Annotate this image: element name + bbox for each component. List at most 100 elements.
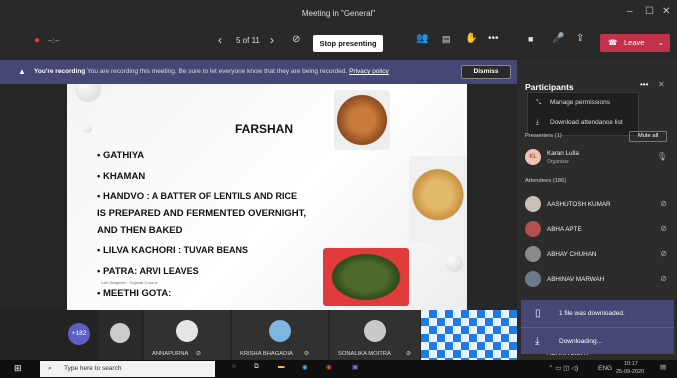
participant-name: ABHAY CHUHAN	[547, 251, 597, 258]
chevron-down-icon[interactable]: ⌄	[658, 34, 664, 52]
avatar	[525, 246, 541, 262]
search-placeholder: Type here to search	[64, 365, 122, 372]
share-tray-icon[interactable]: ⇪	[576, 33, 584, 44]
task-view-icon[interactable]: ⧉	[254, 363, 259, 371]
windows-start-icon[interactable]: ⊞	[14, 363, 22, 374]
windows-taskbar: ⊞ ⌕ Type here to search ○ ⧉ ▬ ◉ ◉ ▣ ⌃ ▭ ◫…	[0, 360, 677, 378]
prev-slide-icon[interactable]: ‹	[218, 33, 222, 47]
stop-presenting-button[interactable]: Stop presenting	[313, 35, 383, 52]
recording-message: You are recording this meeting. Be sure …	[86, 68, 348, 75]
shared-slide: FARSHAN • GATHIYA • KHAMAN • HANDVO : A BA…	[67, 84, 467, 310]
download-toast[interactable]: ▯ 1 file was downloaded. ⤓ Downloading...	[521, 300, 674, 354]
meeting-timer: –:–	[48, 36, 60, 45]
participant-row[interactable]: AASHUTOSH KUMAR ⊘	[525, 193, 673, 217]
bullet-main: • GATHIYA	[97, 150, 145, 161]
mic-muted-icon: ⊘	[660, 224, 667, 233]
menu-item-manage-permissions[interactable]: ⤡ Manage permissions	[528, 93, 638, 113]
mute-all-button[interactable]: Mute all	[629, 131, 667, 142]
participant-name: ABHINAV MARWAH	[547, 276, 605, 283]
participant-row[interactable]: ABHINAV MARWAH ⊘	[525, 268, 673, 292]
leave-button[interactable]: ☎ Leave ⌄	[600, 34, 670, 52]
slide-bullet: • GATHIYA	[97, 148, 144, 163]
menu-item-download-attendance[interactable]: ⤓ Download attendance list	[528, 113, 638, 133]
panel-more-icon[interactable]: •••	[640, 80, 648, 89]
panel-close-icon[interactable]: ✕	[658, 80, 665, 89]
participant-name: ABHA APTE	[547, 226, 582, 233]
clock-time: 10:17	[624, 361, 638, 367]
camera-icon[interactable]: ■	[528, 34, 533, 44]
tray-icons[interactable]: ⌃ ▭ ◫ ◁)	[548, 364, 578, 372]
more-actions-icon[interactable]: •••	[488, 33, 499, 44]
avatar	[525, 196, 541, 212]
mic-muted-icon: ⊘	[406, 351, 411, 357]
video-tile[interactable]	[98, 310, 142, 360]
teams-icon[interactable]: ▣	[352, 363, 358, 371]
bullet-detail: :	[168, 288, 172, 298]
toast-downloaded: ▯ 1 file was downloaded.	[521, 300, 674, 327]
menu-label: Download attendance list	[550, 119, 623, 126]
bullet-main: • LILVA KACHORI	[97, 245, 176, 256]
language-indicator[interactable]: ENG	[598, 365, 612, 372]
warning-icon: ▲	[18, 67, 26, 76]
participant-name: Karan Lulla	[547, 150, 579, 157]
chat-icon[interactable]: ▤	[442, 34, 451, 45]
bullet-detail: : ARVI LEAVES	[134, 266, 199, 276]
bubble-decor	[83, 124, 92, 133]
raise-hand-icon[interactable]: ✋	[465, 33, 477, 44]
tile-name: KRISHA BHAGADIA	[240, 351, 293, 357]
permissions-icon: ⤡	[536, 99, 542, 106]
bullet-main: • MEETHI GOTA	[97, 288, 169, 299]
dismiss-button[interactable]: Dismiss	[461, 65, 511, 79]
maximize-icon[interactable]: ☐	[645, 6, 654, 17]
bullet-detail: : A BATTER OF LENTILS AND RICE	[144, 191, 297, 201]
bullet-main: • HANDVO	[97, 191, 145, 202]
toast-text: 1 file was downloaded.	[559, 310, 625, 317]
slide-bullet: AND THEN BAKED	[97, 223, 183, 238]
chrome-icon[interactable]: ◉	[326, 363, 332, 371]
file-icon: ▯	[535, 308, 541, 319]
mic-muted-icon: ⊘	[660, 249, 667, 258]
download-icon: ⤓	[535, 336, 540, 347]
file-explorer-icon[interactable]: ▬	[278, 363, 285, 370]
video-tile[interactable]: SONALIKA MOITRA ⊘	[330, 310, 420, 360]
participant-role: Organizer	[547, 159, 569, 165]
minimize-icon[interactable]: –	[627, 6, 633, 17]
video-tile[interactable]: KRISHA BHAGADIA ⊘	[232, 310, 328, 360]
recording-banner: ▲ You're recording You are recording thi…	[0, 60, 517, 84]
mic-muted-icon: ⊘	[660, 274, 667, 283]
overflow-count-badge[interactable]: +182	[68, 323, 90, 345]
participant-organizer[interactable]: KL Karan Lulla Organizer 🎙	[525, 146, 673, 170]
next-slide-icon[interactable]: ›	[270, 33, 274, 47]
download-icon: ⤓	[536, 119, 539, 126]
bullet-main: AND THEN BAKED	[97, 225, 183, 236]
handvo-photo	[334, 90, 390, 150]
avatar: KL	[525, 149, 541, 165]
screen-share-preview	[421, 310, 517, 360]
slide-bullet: • MEETHI GOTA:	[97, 286, 171, 301]
slide-bullet: • HANDVO : A BATTER OF LENTILS AND RICE	[97, 189, 297, 204]
privacy-policy-link[interactable]: Privacy policy	[349, 68, 389, 75]
meeting-toolbar: ● –:– ‹ 5 of 11 › ⊘ Stop presenting 👥 ▤ …	[0, 26, 677, 60]
slide-counter: 5 of 11	[236, 36, 260, 45]
slide-caption: Lath Wagheta · Gujarati Cuisine	[101, 280, 158, 285]
avatar	[110, 323, 130, 343]
notification-icon[interactable]: ▤	[660, 363, 666, 371]
khaman-photo	[409, 156, 467, 242]
video-tile[interactable]: ANNAPURNA ⊘	[144, 310, 230, 360]
leave-label: Leave	[624, 38, 645, 47]
toast-text: Downloading...	[559, 338, 602, 345]
toast-downloading: ⤓ Downloading...	[521, 327, 674, 354]
close-icon[interactable]: ✕	[662, 6, 670, 17]
participants-icon[interactable]: 👥	[416, 33, 428, 44]
participant-row[interactable]: ABHA APTE ⊘	[525, 218, 673, 242]
edge-icon[interactable]: ◉	[302, 363, 308, 371]
slide-bullet: • LILVA KACHORI : TUVAR BEANS	[97, 243, 248, 258]
taskbar-search-input[interactable]: ⌕ Type here to search	[40, 361, 215, 377]
window-title: Meeting in "General"	[301, 9, 376, 18]
bullet-main: IS PREPARED AND FERMENTED OVERNIGHT,	[97, 208, 307, 219]
mic-muted-icon: ⊘	[304, 351, 309, 357]
participant-row[interactable]: ABHAY CHUHAN ⊘	[525, 243, 673, 267]
cortana-icon[interactable]: ○	[232, 363, 236, 370]
hide-eye-icon[interactable]: ⊘	[292, 34, 300, 45]
microphone-icon[interactable]: 🎤	[552, 33, 564, 44]
